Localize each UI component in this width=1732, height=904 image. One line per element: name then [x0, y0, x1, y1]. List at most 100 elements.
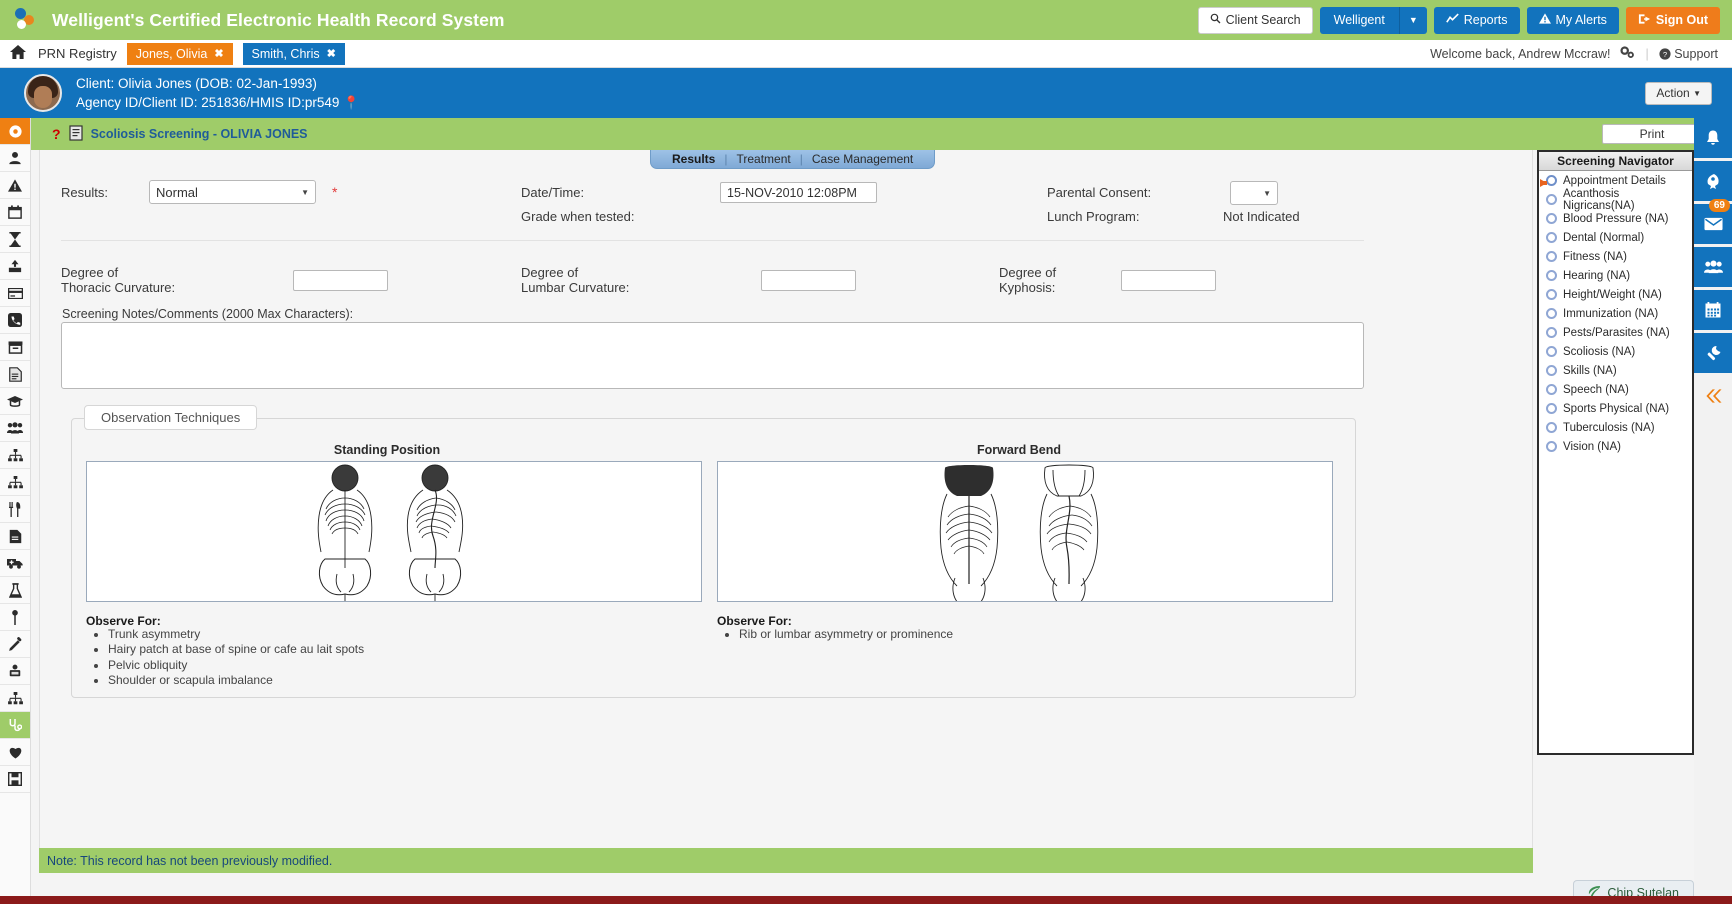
- nav-item-label: Dental (Normal): [1563, 232, 1644, 244]
- client-tab-jones-olivia[interactable]: Jones, Olivia ✖: [127, 43, 233, 65]
- form-title-bar: ? Scoliosis Screening - OLIVIA JONES Pri…: [0, 118, 1732, 150]
- right-rail-envelope-icon[interactable]: 69: [1694, 204, 1732, 244]
- rail-stethoscope-icon[interactable]: [0, 712, 30, 739]
- radio-icon: [1546, 251, 1557, 262]
- lumbar-curvature-input[interactable]: [761, 270, 856, 291]
- rail-hierarchy-icon[interactable]: [0, 685, 30, 712]
- right-rail-bell-icon[interactable]: [1694, 118, 1732, 158]
- org-switcher[interactable]: Welligent ▼: [1320, 7, 1427, 34]
- radio-icon: [1546, 194, 1557, 205]
- rail-credit-card-icon[interactable]: [0, 280, 30, 307]
- screening-notes-textarea[interactable]: [61, 322, 1364, 389]
- client-search-button[interactable]: Client Search: [1198, 7, 1313, 34]
- sign-out-button[interactable]: Sign Out: [1626, 7, 1720, 34]
- rail-file-text-icon[interactable]: [0, 523, 30, 550]
- right-rail-collapse-left-icon[interactable]: [1694, 376, 1732, 416]
- tab-results[interactable]: Results: [663, 152, 724, 166]
- my-alerts-button[interactable]: My Alerts: [1527, 7, 1619, 34]
- rail-eyedropper-icon[interactable]: [0, 631, 30, 658]
- rail-person-badge-icon[interactable]: [0, 658, 30, 685]
- divider: |: [1645, 47, 1648, 61]
- rail-document-icon[interactable]: [0, 361, 30, 388]
- kyphosis-input[interactable]: [1121, 270, 1216, 291]
- nav-item-pests-parasites[interactable]: Pests/Parasites (NA): [1539, 323, 1692, 342]
- rail-pin-icon[interactable]: [0, 604, 30, 631]
- rail-sitemap-icon[interactable]: [0, 469, 30, 496]
- rail-people-group-icon[interactable]: [0, 415, 30, 442]
- nav-item-fitness[interactable]: Fitness (NA): [1539, 247, 1692, 266]
- nav-item-blood-pressure[interactable]: Blood Pressure (NA): [1539, 209, 1692, 228]
- radio-icon: [1546, 346, 1557, 357]
- rail-phone-icon[interactable]: [0, 307, 30, 334]
- app-title: Welligent's Certified Electronic Health …: [52, 10, 505, 31]
- print-button[interactable]: Print: [1602, 124, 1702, 144]
- rail-flask-icon[interactable]: [0, 577, 30, 604]
- breadcrumb[interactable]: PRN Registry: [38, 46, 117, 61]
- reports-button[interactable]: Reports: [1434, 7, 1520, 34]
- radio-icon: [1546, 384, 1557, 395]
- right-rail-people-icon[interactable]: [1694, 247, 1732, 287]
- parental-consent-select[interactable]: ▼: [1230, 181, 1278, 205]
- rail-utensils-icon[interactable]: [0, 496, 30, 523]
- rail-graduation-cap-icon[interactable]: [0, 388, 30, 415]
- rail-calendar-icon[interactable]: [0, 199, 30, 226]
- radio-icon: [1546, 441, 1557, 452]
- datetime-input[interactable]: [720, 182, 877, 203]
- nav-item-vision[interactable]: Vision (NA): [1539, 437, 1692, 456]
- kyphosis-label: Degree of Kyphosis:: [999, 265, 1056, 295]
- map-pin-icon[interactable]: 📍: [343, 95, 359, 110]
- document-lock-icon[interactable]: [69, 125, 83, 144]
- nav-item-hearing[interactable]: Hearing (NA): [1539, 266, 1692, 285]
- rail-gear-icon[interactable]: [0, 118, 30, 145]
- rail-org-chart-icon[interactable]: [0, 442, 30, 469]
- gears-icon[interactable]: [1620, 46, 1635, 62]
- standing-observe-for-heading: Observe For:: [86, 614, 161, 628]
- rail-alert-triangle-icon[interactable]: [0, 172, 30, 199]
- rail-user-icon[interactable]: [0, 145, 30, 172]
- home-icon[interactable]: [10, 45, 26, 63]
- nav-item-speech[interactable]: Speech (NA): [1539, 380, 1692, 399]
- results-select[interactable]: Normal ▼: [149, 180, 316, 204]
- action-button[interactable]: Action ▼: [1645, 82, 1712, 105]
- rail-hourglass-icon[interactable]: [0, 226, 30, 253]
- chevron-down-icon[interactable]: ▼: [1400, 7, 1427, 34]
- nav-item-acanthosis-nigricans[interactable]: Acanthosis Nigricans(NA): [1539, 190, 1692, 209]
- nav-item-label: Sports Physical (NA): [1563, 403, 1669, 415]
- list-item: Rib or lumbar asymmetry or prominence: [739, 627, 953, 642]
- screening-navigator-title: Screening Navigator: [1539, 152, 1692, 171]
- standing-observe-for-list: Trunk asymmetry Hairy patch at base of s…: [86, 627, 364, 688]
- support-link[interactable]: ? Support: [1659, 47, 1718, 61]
- nav-item-label: Vision (NA): [1563, 441, 1621, 453]
- rail-archive-box-icon[interactable]: [0, 334, 30, 361]
- nav-item-label: Hearing (NA): [1563, 270, 1630, 282]
- client-tab-smith-chris[interactable]: Smith, Chris ✖: [243, 43, 345, 65]
- nav-item-immunization[interactable]: Immunization (NA): [1539, 304, 1692, 323]
- rail-upload-icon[interactable]: [0, 253, 30, 280]
- welcome-area: Welcome back, Andrew Mccraw! | ? Support: [1430, 46, 1732, 62]
- nav-item-sports-physical[interactable]: Sports Physical (NA): [1539, 399, 1692, 418]
- close-icon[interactable]: ✖: [327, 47, 336, 60]
- right-rail-calendar-grid-icon[interactable]: [1694, 290, 1732, 330]
- tab-case-management[interactable]: Case Management: [803, 152, 922, 166]
- close-icon[interactable]: ✖: [214, 47, 223, 60]
- org-label[interactable]: Welligent: [1320, 7, 1400, 34]
- nav-item-height-weight[interactable]: Height/Weight (NA): [1539, 285, 1692, 304]
- observation-techniques-fieldset: Observation Techniques Standing Position…: [71, 418, 1356, 698]
- rail-heart-icon[interactable]: [0, 739, 30, 766]
- rail-ambulance-icon[interactable]: [0, 550, 30, 577]
- lunch-program-label: Lunch Program:: [1047, 209, 1140, 224]
- right-rail-rocket-icon[interactable]: [1694, 161, 1732, 201]
- header-actions: Client Search Welligent ▼ Reports My Ale…: [1198, 7, 1732, 34]
- nav-item-scoliosis[interactable]: Scoliosis (NA): [1539, 342, 1692, 361]
- nav-item-tuberculosis[interactable]: Tuberculosis (NA): [1539, 418, 1692, 437]
- client-banner: Client: Olivia Jones (DOB: 02-Jan-1993) …: [0, 68, 1732, 118]
- client-info: Client: Olivia Jones (DOB: 02-Jan-1993) …: [76, 74, 359, 112]
- thoracic-curvature-input[interactable]: [293, 270, 388, 291]
- nav-item-dental[interactable]: Dental (Normal): [1539, 228, 1692, 247]
- tab-treatment[interactable]: Treatment: [727, 152, 799, 166]
- right-rail-wrench-icon[interactable]: [1694, 333, 1732, 373]
- rail-save-disk-icon[interactable]: [0, 766, 30, 793]
- nav-item-skills[interactable]: Skills (NA): [1539, 361, 1692, 380]
- reports-label: Reports: [1464, 13, 1508, 27]
- help-marker[interactable]: ?: [52, 126, 61, 142]
